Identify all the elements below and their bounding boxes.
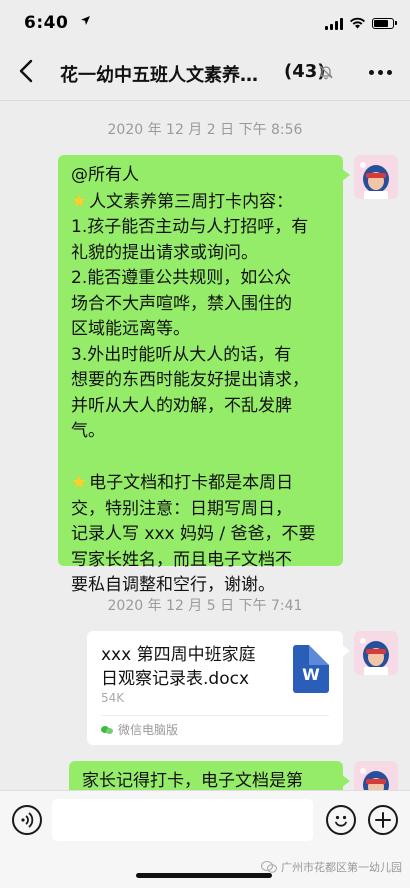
- message-line: 区域能远离等。: [71, 319, 190, 339]
- avatar[interactable]: [354, 155, 398, 199]
- plus-icon[interactable]: [368, 805, 398, 835]
- emoji-icon[interactable]: [326, 805, 356, 835]
- star-icon: ★: [71, 472, 88, 493]
- file-message-card[interactable]: xxx 第四周中班家庭 日观察记录表.docx 54K W 微信电脑版: [87, 631, 350, 745]
- message-line: 家长记得打卡，电子文档是第: [82, 771, 303, 790]
- chat-area[interactable]: 2020 年 12 月 2 日 下午 8:56 @所有人 ★ 人文素养第三周打卡内…: [0, 101, 410, 790]
- message-line: 写家长姓名，而且电子文档不: [71, 549, 292, 570]
- voice-icon[interactable]: [12, 805, 42, 835]
- file-source: 微信电脑版: [101, 721, 178, 738]
- wechat-icon: [261, 861, 277, 873]
- status-time: 6:40: [24, 13, 69, 33]
- message-input[interactable]: [52, 799, 313, 841]
- file-name: xxx 第四周中班家庭 日观察记录表.docx: [101, 645, 256, 689]
- timestamp: 2020 年 12 月 5 日 下午 7:41: [107, 598, 303, 614]
- message-line: [71, 445, 330, 471]
- status-icons: [325, 14, 397, 33]
- star-icon: ★: [71, 190, 88, 212]
- mute-bell-icon: [318, 64, 334, 80]
- message-bubble[interactable]: 家长记得打卡，电子文档是第: [69, 761, 350, 790]
- wifi-icon: [349, 14, 366, 33]
- message-line: 3.外出时能听从大人的话，有: [71, 344, 292, 365]
- more-dots-icon[interactable]: [369, 70, 392, 75]
- cellular-signal-icon: [325, 17, 343, 30]
- back-chevron-icon[interactable]: [14, 56, 38, 86]
- message-line: 记录人写 xxx 妈妈 / 爸爸，不要: [71, 524, 316, 544]
- message-line: @所有人: [71, 165, 139, 185]
- message-line: 场合不大声喧哗，禁入围住的: [71, 293, 292, 314]
- avatar[interactable]: [354, 761, 398, 790]
- message-line: 并听从大人的劝解，不乱发脾: [71, 395, 292, 416]
- word-document-icon: W: [293, 645, 329, 693]
- wechat-icon: [101, 725, 113, 735]
- avatar[interactable]: [354, 631, 398, 675]
- location-arrow-icon: [80, 15, 91, 29]
- message-bubble[interactable]: @所有人 ★ 人文素养第三周打卡内容： 1.孩子能否主动与人打招呼，有 礼貌的提出…: [58, 155, 350, 595]
- message-line: ★ 人文素养第三周打卡内容：: [71, 189, 330, 216]
- home-indicator[interactable]: [136, 873, 272, 878]
- chat-title: 花一幼中五班人文素养…: [60, 65, 258, 86]
- message-line: ★ 电子文档和打卡都是本周日: [71, 470, 330, 497]
- divider: [101, 715, 329, 716]
- message-line: 想要的东西时能友好提出请求，: [71, 370, 309, 390]
- timestamp: 2020 年 12 月 2 日 下午 8:56: [107, 122, 303, 138]
- message-line: 2.能否遵重公共规则，如公众: [71, 268, 292, 288]
- message-line: 1.孩子能否主动与人打招呼，有: [71, 217, 309, 237]
- status-bar: 6:40: [0, 0, 410, 44]
- watermark: 广州市花都区第一幼儿园: [261, 859, 402, 875]
- battery-icon: [372, 18, 397, 29]
- message-line: 交，特别注意：日期写周日，: [71, 498, 292, 519]
- message-line: 气。: [71, 421, 105, 441]
- message-line: 礼貌的提出请求或询问。: [71, 242, 258, 263]
- chat-header: 花一幼中五班人文素养… (43): [0, 44, 410, 101]
- file-size: 54K: [101, 691, 125, 705]
